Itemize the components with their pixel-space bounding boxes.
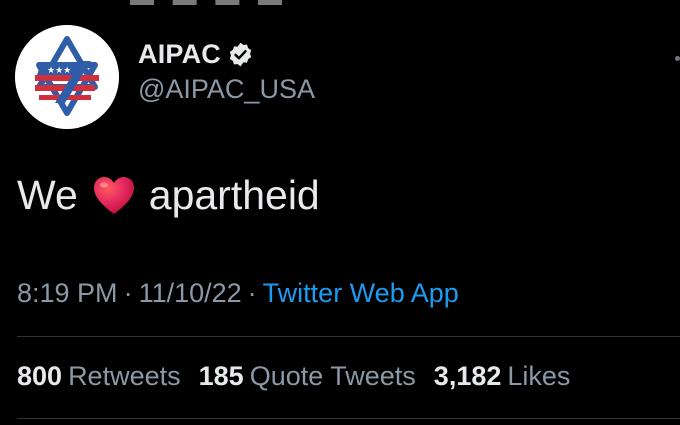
avatar[interactable]: ★★★	[15, 25, 119, 129]
divider	[17, 418, 680, 419]
tweet-author[interactable]: AIPAC @AIPAC_USA	[138, 36, 315, 105]
tweet-detail: ▬ ▬ ▬ ▬ ★★★ AIPAC @AIPAC_USA	[0, 0, 680, 425]
tweet-meta: 8:19 PM · 11/10/22 · Twitter Web App	[17, 278, 459, 309]
quote-tweets-stat[interactable]: 185 Quote Tweets	[199, 361, 416, 392]
meta-separator: ·	[247, 278, 257, 308]
likes-label: Likes	[507, 361, 571, 391]
red-heart-emoji-icon	[93, 176, 134, 214]
divider	[17, 336, 680, 337]
tweet-text: We apartheid	[17, 172, 320, 219]
tweet-stats: 800 Retweets 185 Quote Tweets 3,182 Likes	[17, 361, 588, 392]
likes-count: 3,182	[433, 361, 502, 391]
quote-tweets-label: Quote Tweets	[249, 361, 416, 391]
meta-separator: ·	[123, 278, 133, 308]
user-handle[interactable]: @AIPAC_USA	[138, 74, 315, 105]
quote-tweets-count: 185	[198, 361, 244, 391]
more-options-icon[interactable]	[675, 56, 680, 61]
retweets-count: 800	[17, 361, 63, 391]
verified-badge-icon	[229, 42, 252, 66]
svg-text:★★★: ★★★	[47, 66, 71, 76]
tweet-date[interactable]: 11/10/22	[139, 278, 242, 308]
tweet-source-link[interactable]: Twitter Web App	[263, 278, 459, 308]
tweet-text-after: apartheid	[148, 172, 320, 218]
retweets-stat[interactable]: 800 Retweets	[17, 361, 181, 392]
previous-tweet-fragment: ▬ ▬ ▬ ▬	[130, 0, 390, 6]
tweet-text-before: We	[17, 172, 78, 218]
likes-stat[interactable]: 3,182 Likes	[434, 361, 571, 392]
aipac-logo-icon: ★★★	[15, 25, 119, 129]
tweet-time[interactable]: 8:19 PM	[17, 278, 118, 308]
retweets-label: Retweets	[68, 361, 181, 391]
display-name[interactable]: AIPAC	[138, 39, 221, 70]
